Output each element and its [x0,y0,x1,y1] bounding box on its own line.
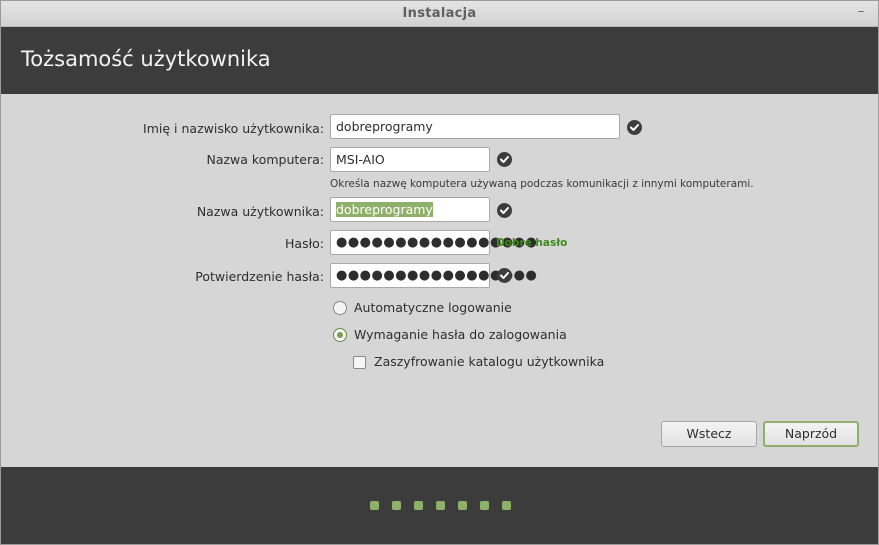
progress-step [436,501,445,510]
username-label: Nazwa użytkownika: [196,204,324,219]
identity-form: Imię i nazwisko użytkownika: dobreprogra… [1,94,878,467]
password-label: Hasło: [285,236,324,251]
password-input[interactable]: ●●●●●●●●●●●●●●●●● [330,230,537,255]
username-valid-icon [497,203,512,218]
require-password-label[interactable]: Wymaganie hasła do zalogowania [354,327,567,342]
autologin-radio[interactable] [333,301,347,315]
username-selected-text: dobreprogramy [336,202,433,217]
page-title: Tożsamość użytkownika [21,47,271,71]
encrypt-home-label[interactable]: Zaszyfrowanie katalogu użytkownika [374,354,604,369]
computer-name-input[interactable]: MSI-AIO [330,147,490,172]
computer-name-hint: Określa nazwę komputera używaną podczas … [330,178,754,190]
progress-step [414,501,423,510]
back-button[interactable]: Wstecz [661,421,757,447]
confirm-password-input[interactable]: ●●●●●●●●●●●●●●●●● [330,263,537,288]
progress-step [502,501,511,510]
next-button[interactable]: Naprzód [763,421,859,447]
progress-footer [1,467,878,544]
username-input[interactable]: dobreprogramy [330,197,490,222]
title-bar[interactable]: Instalacja – [1,1,878,27]
fullname-valid-icon [627,120,642,135]
progress-step [480,501,489,510]
progress-step [392,501,401,510]
installer-window: Instalacja – Tożsamość użytkownika Imię … [0,0,879,545]
confirm-password-valid-icon [497,268,512,283]
progress-step [370,501,379,510]
confirm-password-label: Potwierdzenie hasła: [195,269,324,284]
password-strength: Dobre hasło [496,237,568,249]
minimize-icon[interactable]: – [854,5,868,19]
page-header: Tożsamość użytkownika [1,27,878,94]
computer-name-label: Nazwa komputera: [206,152,324,167]
fullname-label: Imię i nazwisko użytkownika: [143,121,324,136]
encrypt-home-checkbox[interactable] [353,356,366,369]
autologin-label[interactable]: Automatyczne logowanie [354,300,512,315]
require-password-radio[interactable] [333,328,347,342]
fullname-input[interactable]: dobreprogramy [330,114,620,139]
progress-step [458,501,467,510]
window-title: Instalacja [402,6,477,21]
computer-name-valid-icon [497,152,512,167]
